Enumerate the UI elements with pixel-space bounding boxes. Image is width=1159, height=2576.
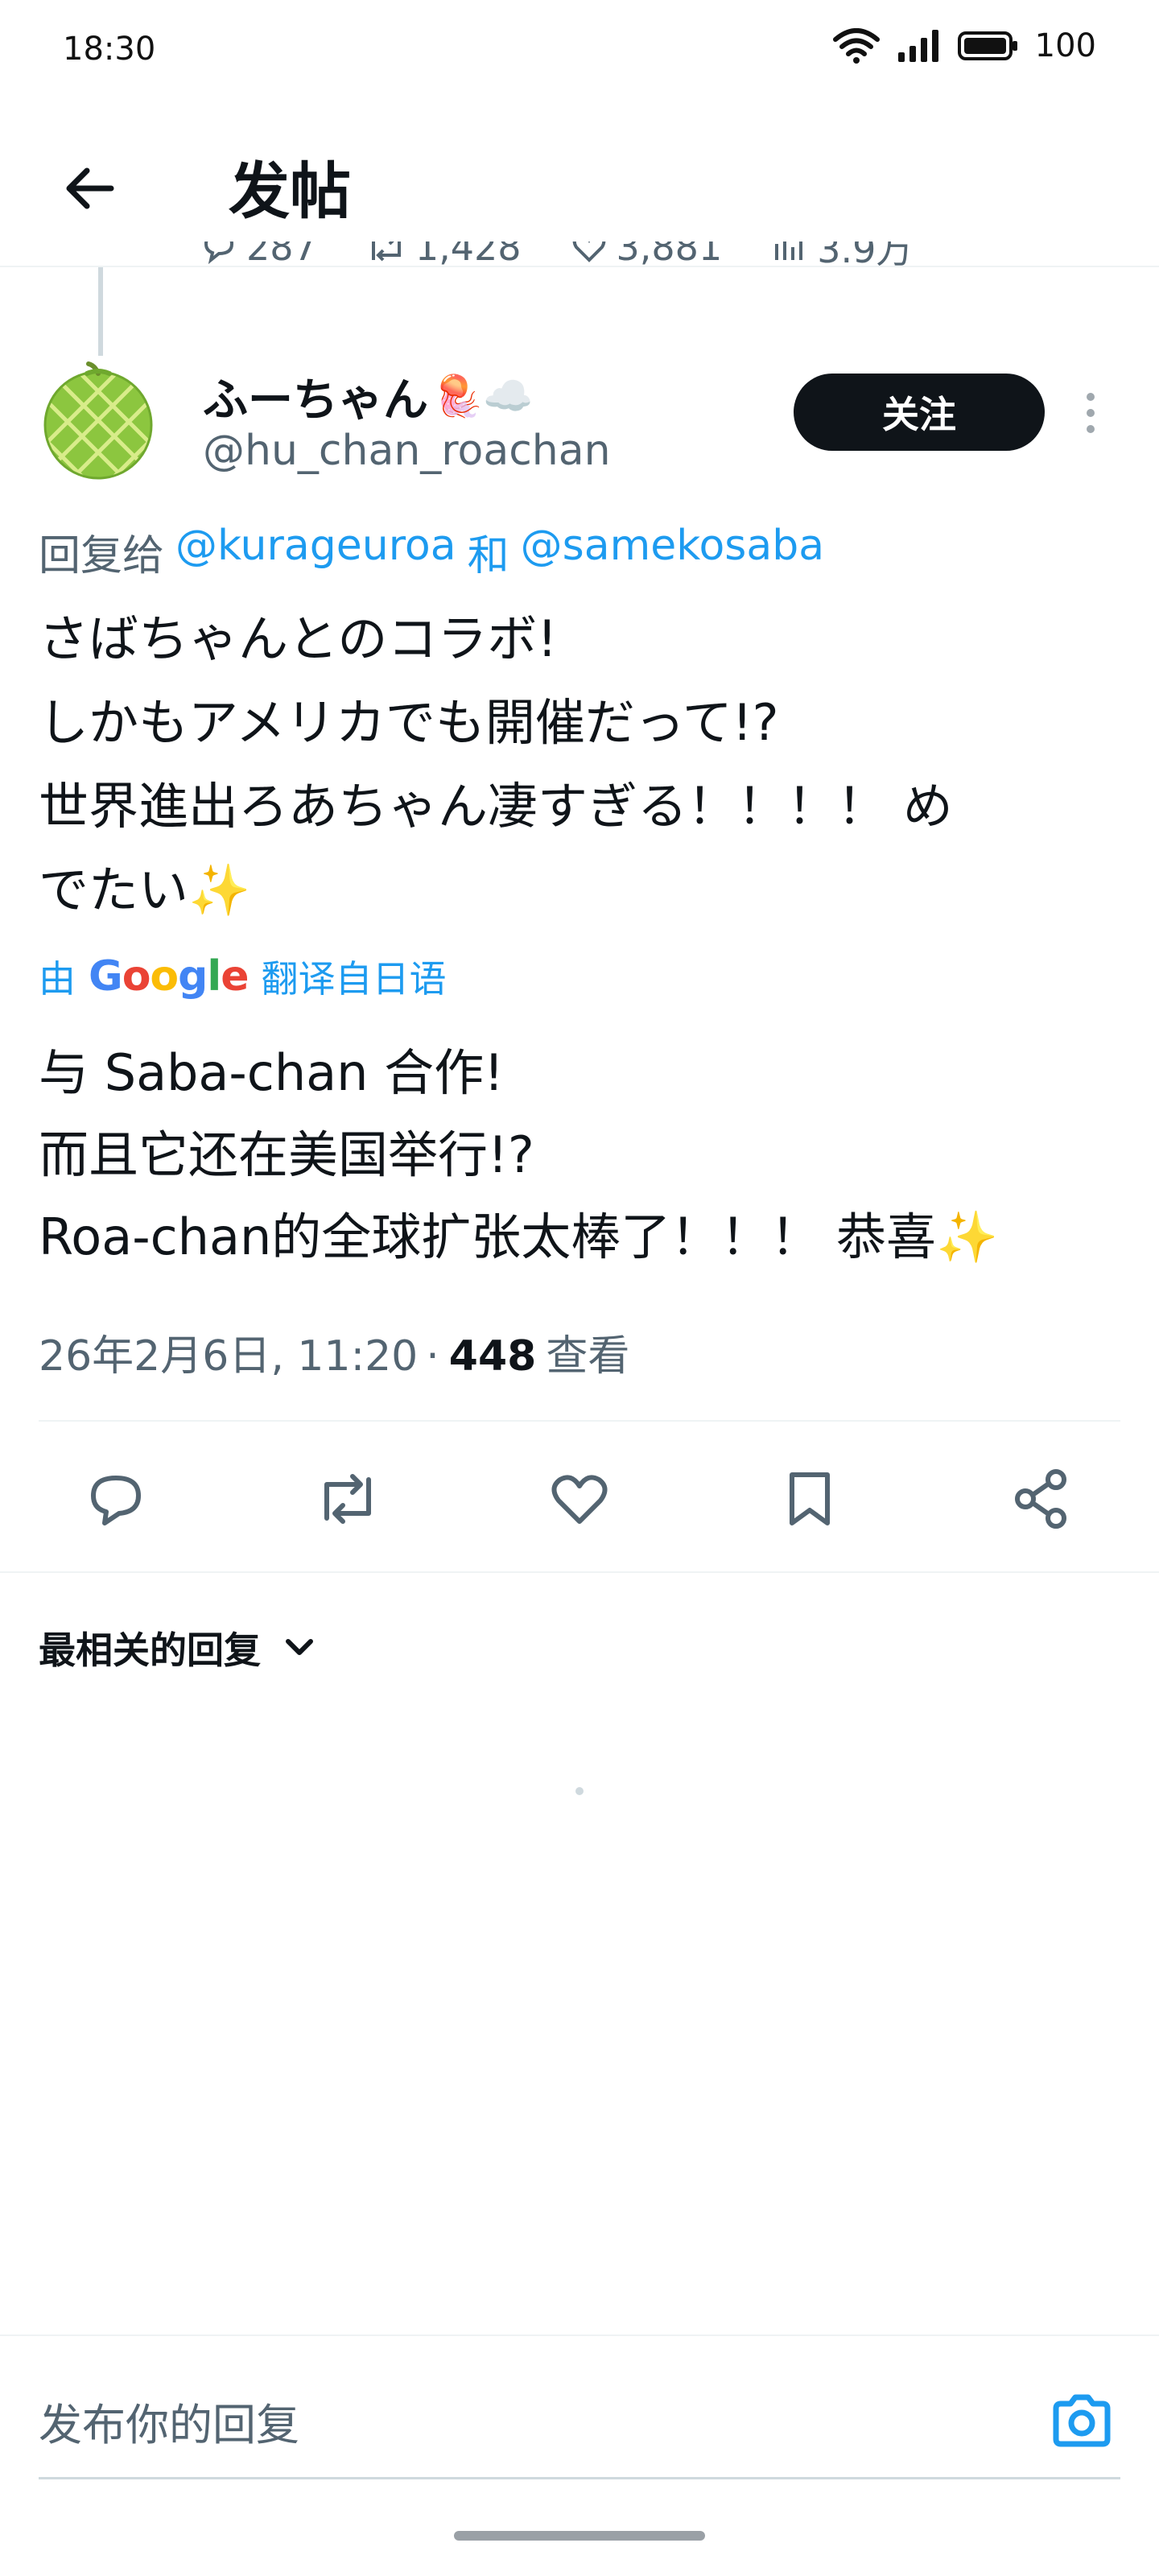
author-name[interactable]: ふーちゃん 🪼☁️ — [203, 364, 534, 429]
dot — [1087, 393, 1095, 401]
thread-line — [98, 267, 103, 356]
reply-button[interactable] — [77, 1460, 155, 1538]
camera-icon — [1053, 2394, 1111, 2447]
divider — [39, 1420, 1120, 1422]
status-icons: 100 — [832, 27, 1096, 64]
reply-to-line: 回复给 @kurageuroa 和 @samekosaba — [39, 522, 824, 582]
prev-like-stat[interactable]: 3,881 — [570, 242, 723, 274]
reply-input[interactable]: 发布你的回复 — [39, 2389, 299, 2453]
author-emojis: 🪼☁️ — [433, 373, 534, 419]
like-button[interactable] — [541, 1460, 618, 1538]
author-handle[interactable]: @hu_chan_roachan — [203, 427, 611, 475]
header-divider — [0, 266, 1159, 267]
timestamp[interactable]: 26年2月6日, 11:20 — [39, 1322, 418, 1382]
repost-icon — [324, 1474, 371, 1524]
tweet-meta: 26年2月6日, 11:20 · 448 查看 — [39, 1322, 629, 1382]
arrow-left-icon — [66, 167, 114, 209]
status-time: 18:30 — [63, 31, 156, 68]
prev-views-stat[interactable]: 3.9万 — [770, 242, 913, 274]
prev-like-count: 3,881 — [616, 242, 723, 269]
loading-indicator — [575, 1787, 584, 1795]
divider — [0, 1571, 1159, 1573]
chevron-down-icon — [286, 1639, 313, 1655]
reply-icon — [91, 1476, 141, 1525]
sort-label: 最相关的回复 — [39, 1629, 261, 1672]
tweet-text-line: しかもアメリカでも開催だって!? — [39, 693, 779, 752]
reply-icon — [204, 242, 234, 265]
avatar[interactable] — [39, 361, 158, 480]
tweet-text-line: さばちゃんとのコラボ! — [39, 609, 558, 668]
prev-repost-count: 1,428 — [415, 242, 522, 269]
follow-button[interactable]: 关注 — [794, 374, 1045, 451]
reply-sort-selector[interactable]: 最相关的回复 — [39, 1621, 319, 1674]
tweet-text-line: でたい✨ — [39, 848, 1117, 932]
repost-icon — [371, 242, 401, 262]
tweet-text-line-end: でたい — [39, 861, 189, 919]
author-display-name: ふーちゃん — [203, 374, 428, 427]
reply-to-prefix: 回复给 — [39, 532, 165, 580]
prev-views-count: 3.9万 — [817, 242, 914, 271]
prev-repost-stat[interactable]: 1,428 — [365, 242, 522, 274]
views-icon — [775, 242, 803, 260]
tweet-actions — [0, 1449, 1159, 1546]
translated-line: Roa-chan的全球扩张太棒了！！！ 恭喜✨ — [39, 1196, 1133, 1278]
camera-button[interactable] — [1043, 2383, 1120, 2460]
reply-to-joiner: 和 — [467, 532, 509, 580]
more-options-button[interactable] — [1070, 385, 1111, 441]
mention-link[interactable]: @kurageuroa — [175, 522, 456, 582]
bookmark-button[interactable] — [771, 1460, 848, 1538]
translated-line-end: Roa-chan的全球扩张太棒了！！！ 恭喜 — [39, 1208, 936, 1266]
views-label: 查看 — [546, 1332, 630, 1381]
google-logo: Google — [89, 952, 250, 1001]
share-icon — [1015, 1469, 1066, 1529]
battery-icon — [957, 31, 1017, 60]
divider — [0, 2334, 1159, 2336]
translate-prefix: 由 — [39, 957, 76, 1001]
translated-text: 与 Saba-chan 合作! 而且它还在美国举行!? Roa-chan的全球扩… — [39, 1032, 1133, 1278]
tweet-text: さばちゃんとのコラボ! しかもアメリカでも開催だって!? 世界進出ろあちゃん凄す… — [39, 597, 1117, 932]
prev-reply-stat[interactable]: 287 — [200, 242, 317, 274]
home-indicator[interactable] — [454, 2531, 705, 2541]
reply-composer[interactable]: 发布你的回复 — [39, 2367, 1120, 2479]
dot — [1087, 409, 1095, 417]
translated-line: 与 Saba-chan 合作! — [39, 1043, 505, 1102]
dot — [1087, 425, 1095, 433]
melon-avatar-icon — [43, 361, 153, 480]
wifi-icon — [832, 28, 880, 64]
prev-reply-count: 287 — [246, 242, 317, 269]
meta-separator: · — [426, 1332, 439, 1381]
battery-level: 100 — [1034, 27, 1096, 64]
share-button[interactable] — [1003, 1460, 1080, 1538]
status-bar: 18:30 100 — [0, 0, 1159, 105]
sparkle-emoji: ✨ — [935, 1208, 999, 1266]
views-count: 448 — [448, 1332, 537, 1381]
heart-icon — [572, 242, 605, 262]
repost-button[interactable] — [309, 1460, 386, 1538]
translated-line: 而且它还在美国举行!? — [39, 1125, 534, 1184]
sparkle-emoji: ✨ — [188, 861, 251, 919]
translation-attribution[interactable]: 由 Google 翻译自日语 — [39, 950, 447, 1003]
back-button[interactable] — [52, 150, 129, 227]
page-title: 发帖 — [229, 155, 351, 227]
translate-suffix: 翻译自日语 — [261, 957, 447, 1001]
bookmark-icon — [790, 1472, 830, 1525]
tweet-text-line: 世界進出ろあちゃん凄すぎる！！！！ め — [39, 777, 953, 836]
mention-link[interactable]: @samekosaba — [521, 522, 825, 582]
signal-icon — [897, 30, 938, 62]
heart-icon — [551, 1475, 608, 1524]
